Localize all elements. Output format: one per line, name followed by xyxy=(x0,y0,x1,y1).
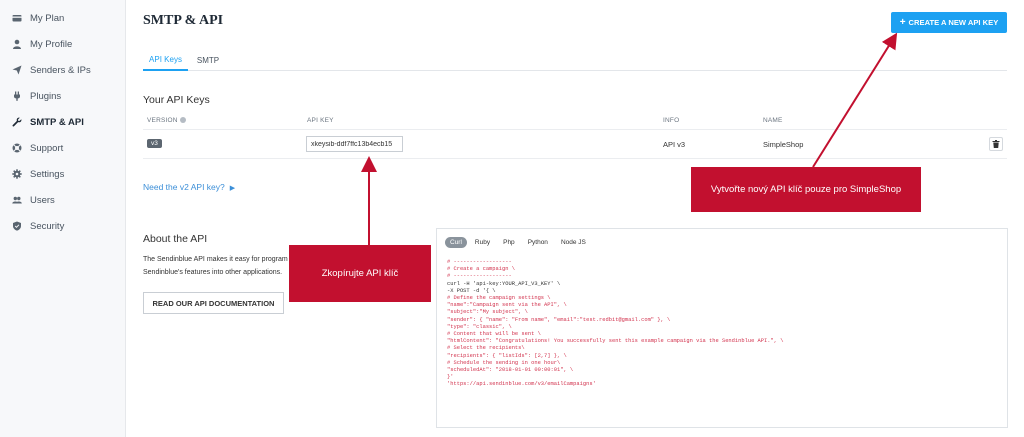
caret-right-icon: ▶ xyxy=(229,185,236,192)
sidebar-item-settings[interactable]: Settings xyxy=(0,161,126,187)
code-line: # Create a campaign \ xyxy=(447,266,515,273)
column-name: NAME xyxy=(763,117,783,124)
v2-api-key-link[interactable]: Need the v2 API key? ▶ xyxy=(143,182,235,192)
code-line: # ------------------ xyxy=(447,273,512,280)
code-line: "htmlContent": "Congratulations! You suc… xyxy=(447,338,784,345)
sidebar-item-label: Security xyxy=(30,220,65,232)
plus-icon: + xyxy=(899,16,906,28)
code-line: # ------------------ xyxy=(447,259,512,265)
code-line: # Select the recipients\ xyxy=(447,345,525,352)
callout-create-key: Vytvořte nový API klíč pouze pro SimpleS… xyxy=(691,167,921,212)
api-key-field[interactable] xyxy=(306,136,403,152)
sidebar-item-plugins[interactable]: Plugins xyxy=(0,83,126,109)
info-cell: API v3 xyxy=(663,140,686,149)
sidebar-item-support[interactable]: Support xyxy=(0,135,126,161)
sidebar-item-label: My Profile xyxy=(30,38,73,50)
about-api-heading: About the API xyxy=(143,233,208,245)
code-line: }' xyxy=(447,374,454,381)
api-keys-table-header: VERSION API KEY INFO NAME xyxy=(143,114,1007,130)
users-icon xyxy=(12,195,22,205)
callout-copy-key: Zkopírujte API klíč xyxy=(289,245,431,302)
tab-api-keys[interactable]: API Keys xyxy=(143,50,188,71)
column-version: VERSION xyxy=(147,117,186,124)
code-line: "type": "classic", \ xyxy=(447,323,512,330)
page-title: SMTP & API xyxy=(143,13,224,28)
sidebar-item-my-plan[interactable]: My Plan xyxy=(0,5,126,31)
api-keys-heading: Your API Keys xyxy=(143,94,210,106)
info-icon[interactable] xyxy=(179,117,186,124)
code-line: "subject":"My subject", \ xyxy=(447,309,528,316)
card-icon xyxy=(12,13,22,23)
sidebar-item-label: Support xyxy=(30,142,64,154)
code-line: # Content that will be sent \ xyxy=(447,331,541,338)
code-tab-python[interactable]: Python xyxy=(523,237,553,248)
sidebar-item-label: Users xyxy=(30,194,55,206)
code-sample: # ------------------ # Create a campaign … xyxy=(447,259,783,389)
code-line: "sender": { "name": "From name", "email"… xyxy=(447,316,671,323)
about-api-text: The Sendinblue API makes it easy for pro… xyxy=(143,256,288,276)
sidebar-item-senders[interactable]: Senders & IPs xyxy=(0,57,126,83)
sidebar-item-label: My Plan xyxy=(30,12,65,24)
gear-icon xyxy=(12,169,22,179)
create-api-key-button[interactable]: + CREATE A NEW API KEY xyxy=(891,12,1007,33)
code-sample-panel: Curl Ruby Php Python Node JS # ---------… xyxy=(436,228,1008,428)
code-tab-ruby[interactable]: Ruby xyxy=(470,237,495,248)
sidebar-item-security[interactable]: Security xyxy=(0,213,126,239)
create-api-key-label: CREATE A NEW API KEY xyxy=(908,18,999,27)
sidebar: My Plan My Profile Senders & IPs Plugins… xyxy=(0,0,126,437)
code-line: curl -H 'api-key:YOUR_API_V3_KEY' \ xyxy=(447,280,561,287)
column-info: INFO xyxy=(663,117,680,124)
code-line: 'https://api.sendinblue.com/v3/emailCamp… xyxy=(447,381,596,388)
sidebar-item-label: Settings xyxy=(30,168,65,180)
plug-icon xyxy=(12,91,22,101)
wrench-icon xyxy=(12,117,22,127)
code-line: "recipients": { "listIds": [2,7] }, \ xyxy=(447,352,567,359)
trash-icon xyxy=(992,140,1000,148)
shield-icon xyxy=(12,221,22,231)
code-tab-node[interactable]: Node JS xyxy=(556,237,591,248)
column-api-key: API KEY xyxy=(307,117,334,124)
sidebar-item-smtp-api[interactable]: SMTP & API xyxy=(0,109,126,135)
code-line: # Define the campaign settings \ xyxy=(447,295,551,302)
delete-key-button[interactable] xyxy=(989,137,1003,151)
sidebar-item-label: Senders & IPs xyxy=(30,64,91,76)
code-language-tabs: Curl Ruby Php Python Node JS xyxy=(445,237,594,248)
code-line: # Schedule the sending in one hour\ xyxy=(447,359,561,366)
tab-bar: API Keys SMTP xyxy=(143,50,1007,71)
main-content: SMTP & API + CREATE A NEW API KEY API Ke… xyxy=(127,0,1024,437)
send-icon xyxy=(12,65,22,75)
read-documentation-button[interactable]: READ OUR API DOCUMENTATION xyxy=(143,292,284,314)
name-cell: SimpleShop xyxy=(763,140,804,149)
user-icon xyxy=(12,39,22,49)
code-line: -X POST -d '{ \ xyxy=(447,287,496,294)
code-line: "scheduledAt": "2018-01-01 00:00:01", \ xyxy=(447,367,574,374)
lifebuoy-icon xyxy=(12,143,22,153)
tab-smtp[interactable]: SMTP xyxy=(190,50,226,71)
code-tab-curl[interactable]: Curl xyxy=(445,237,467,248)
code-tab-php[interactable]: Php xyxy=(498,237,520,248)
sidebar-item-my-profile[interactable]: My Profile xyxy=(0,31,126,57)
sidebar-item-label: Plugins xyxy=(30,90,62,102)
sidebar-item-users[interactable]: Users xyxy=(0,187,126,213)
version-badge: v3 xyxy=(147,139,162,148)
sidebar-item-label: SMTP & API xyxy=(30,116,84,128)
code-line: "name":"Campaign sent via the API", \ xyxy=(447,302,567,309)
table-row: v3 API v3 SimpleShop xyxy=(143,131,1007,159)
